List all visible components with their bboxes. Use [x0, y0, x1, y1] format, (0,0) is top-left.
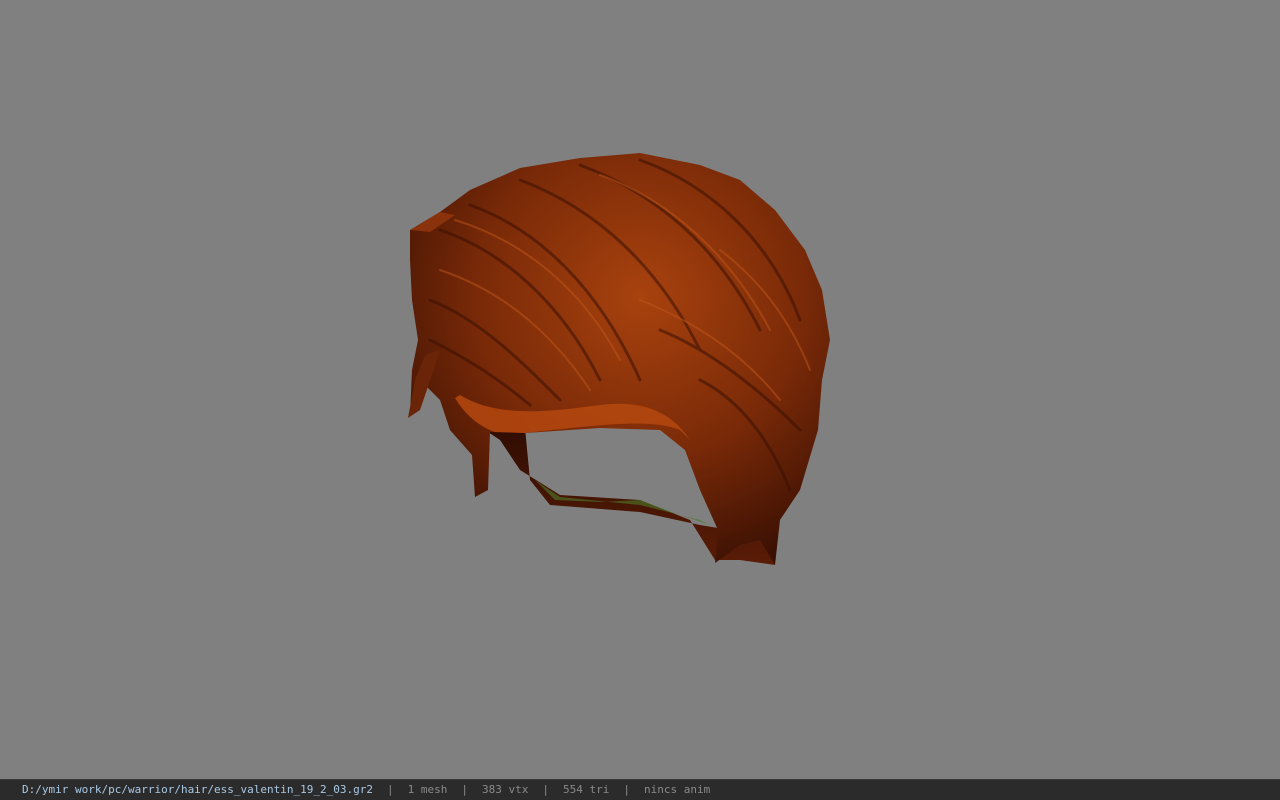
separator: | [387, 783, 394, 796]
file-path: D:/ymir work/pc/warrior/hair/ess_valenti… [22, 783, 373, 796]
separator: | [461, 783, 468, 796]
separator: | [623, 783, 630, 796]
hair-model[interactable] [0, 0, 1280, 779]
3d-viewport[interactable] [0, 0, 1280, 779]
mesh-count: 1 mesh [407, 783, 448, 796]
status-bar: D:/ymir work/pc/warrior/hair/ess_valenti… [0, 779, 1280, 800]
vertex-count: 383 vtx [482, 783, 529, 796]
separator: | [542, 783, 549, 796]
triangle-count: 554 tri [562, 783, 610, 796]
animation-status: nincs anim [643, 783, 711, 796]
